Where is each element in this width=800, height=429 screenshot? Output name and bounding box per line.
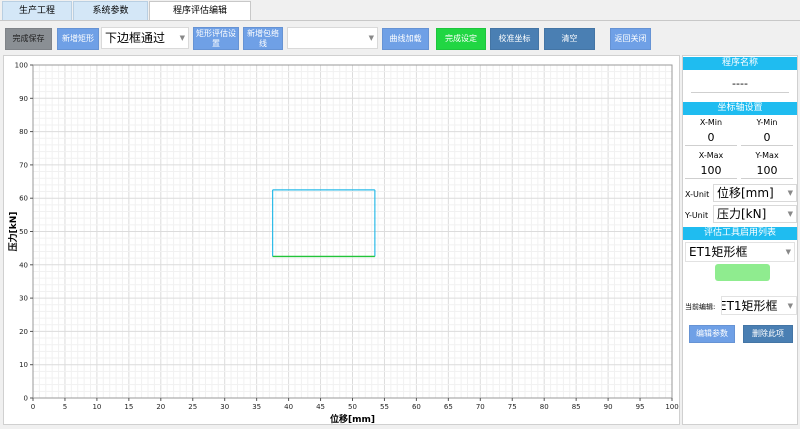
clear-button[interactable]: 清空: [544, 28, 595, 50]
y-tick-label: 70: [19, 161, 28, 169]
chevron-down-icon: ▼: [179, 34, 185, 42]
x-tick-label: 75: [508, 403, 517, 411]
x-tick-label: 50: [348, 403, 357, 411]
x-axis-label: 位移[mm]: [330, 413, 375, 425]
x-tick-label: 10: [92, 403, 101, 411]
xunit-select[interactable]: 位移[mm] ▼: [713, 184, 797, 202]
yunit-label: Y-Unit: [685, 211, 709, 220]
y-tick-label: 60: [19, 195, 28, 203]
xmax-field[interactable]: 100: [685, 162, 737, 179]
yunit-select[interactable]: 压力[kN] ▼: [713, 205, 797, 223]
xunit-value: 位移[mm]: [717, 186, 774, 200]
x-tick-label: 35: [252, 403, 261, 411]
y-axis-label: 压力[kN]: [7, 212, 19, 252]
chevron-down-icon: ▼: [368, 34, 374, 42]
delete-item-button[interactable]: 删除此项: [743, 325, 793, 343]
tool-status-indicator: [715, 264, 770, 281]
x-tick-label: 65: [444, 403, 453, 411]
program-name-field[interactable]: ----: [691, 75, 789, 93]
yunit-value: 压力[kN]: [717, 207, 767, 221]
envelope-select[interactable]: ▼: [287, 27, 378, 49]
finish-save-button[interactable]: 完成保存: [5, 28, 52, 50]
x-tick-label: 85: [572, 403, 581, 411]
current-edit-value: ET1矩形框: [721, 299, 778, 313]
rect-eval-settings-button[interactable]: 矩形评估设置: [193, 27, 239, 50]
x-tick-label: 80: [540, 403, 549, 411]
side-panel: 程序名称 ---- 坐标轴设置 X-Min Y-Min 0 0 X-Max Y-…: [682, 55, 798, 425]
x-tick-label: 60: [412, 403, 421, 411]
y-tick-label: 40: [19, 261, 28, 269]
x-tick-label: 55: [380, 403, 389, 411]
program-name-header: 程序名称: [683, 57, 797, 70]
tab-production[interactable]: 生产工程: [2, 1, 72, 20]
axis-settings-header: 坐标轴设置: [683, 102, 797, 115]
y-tick-label: 90: [19, 95, 28, 103]
edit-params-button[interactable]: 编辑参数: [689, 325, 735, 343]
load-curve-button[interactable]: 曲线加载: [382, 28, 429, 50]
rect-type-value: 下边框通过: [105, 31, 166, 45]
tab-system-params[interactable]: 系统参数: [73, 1, 148, 20]
new-rect-button[interactable]: 新增矩形: [57, 28, 99, 50]
force-displacement-chart[interactable]: 0 5 10 15 20 25 30 35 40 45 50 55 60 65 70 75 80 85 90 95 10…: [4, 56, 681, 426]
chevron-down-icon: ▼: [787, 210, 793, 218]
y-tick-label: 50: [19, 228, 28, 236]
x-tick-label: 90: [604, 403, 613, 411]
xmin-field[interactable]: 0: [685, 129, 737, 146]
chevron-down-icon: ▼: [785, 248, 791, 256]
tab-bar: 生产工程 系统参数 程序评估编辑: [0, 0, 800, 21]
xunit-label: X-Unit: [685, 190, 710, 199]
x-tick-label: 0: [31, 403, 35, 411]
return-close-button[interactable]: 返回关闭: [610, 28, 651, 50]
x-tick-label: 100: [665, 403, 678, 411]
calibrate-button[interactable]: 校准坐标: [490, 28, 539, 50]
current-edit-select[interactable]: ET1矩形框 ▼: [721, 296, 797, 315]
chevron-down-icon: ▼: [787, 189, 793, 197]
chevron-down-icon: ▼: [787, 301, 793, 310]
current-edit-label: 当前编辑:: [685, 303, 716, 311]
ymax-label: Y-Max: [755, 151, 779, 160]
ymin-field[interactable]: 0: [741, 129, 793, 146]
x-tick-label: 25: [188, 403, 197, 411]
plot-panel[interactable]: 0 5 10 15 20 25 30 35 40 45 50 55 60 65 70 75 80 85 90 95 10…: [3, 55, 680, 425]
eval-tools-header: 评估工具启用列表: [683, 227, 797, 240]
x-tick-label: 40: [284, 403, 293, 411]
x-tick-label: 95: [636, 403, 645, 411]
x-tick-label: 45: [316, 403, 325, 411]
x-tick-label: 15: [124, 403, 133, 411]
ymax-field[interactable]: 100: [741, 162, 793, 179]
x-tick-label: 70: [476, 403, 485, 411]
new-envelope-button[interactable]: 新增包络线: [243, 27, 283, 50]
tab-divider: [0, 20, 800, 21]
finish-set-button[interactable]: 完成设定: [436, 28, 486, 50]
x-tick-label: 30: [220, 403, 229, 411]
xmin-label: X-Min: [699, 118, 723, 127]
eval-tool-select[interactable]: ET1矩形框 ▼: [685, 242, 795, 262]
y-tick-label: 10: [19, 361, 28, 369]
tab-program-eval-edit[interactable]: 程序评估编辑: [149, 1, 251, 21]
y-tick-label: 30: [19, 295, 28, 303]
y-tick-label: 0: [24, 395, 28, 403]
eval-tool-value: ET1矩形框: [689, 245, 748, 259]
ymin-label: Y-Min: [756, 118, 778, 127]
x-tick-label: 20: [156, 403, 165, 411]
y-tick-label: 80: [19, 128, 28, 136]
y-tick-label: 100: [15, 62, 28, 70]
y-tick-label: 20: [19, 328, 28, 336]
x-tick-label: 5: [63, 403, 67, 411]
xmax-label: X-Max: [698, 151, 724, 160]
rect-type-select[interactable]: 下边框通过 ▼: [101, 27, 189, 49]
